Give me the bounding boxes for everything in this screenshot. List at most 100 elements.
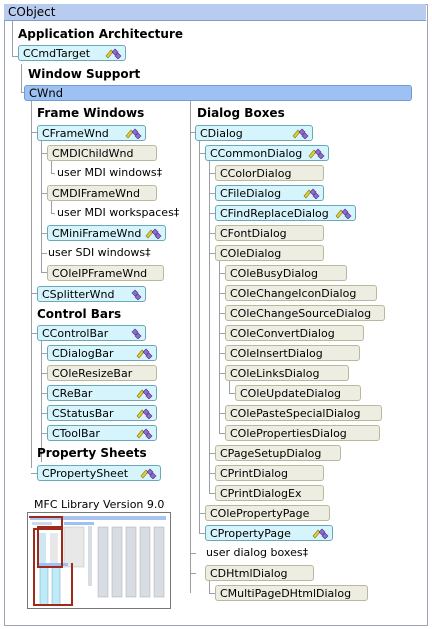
class-cframewnd[interactable]: CFrameWnd bbox=[37, 125, 146, 141]
minimap-graphic bbox=[29, 516, 166, 606]
class-cminiframewnd[interactable]: CMiniFrameWnd bbox=[47, 225, 166, 241]
class-colechangesourcedialog[interactable]: COleChangeSourceDialog bbox=[225, 305, 385, 321]
class-label: COleInsertDialog bbox=[230, 347, 323, 360]
class-label: CPropertyPage bbox=[210, 527, 291, 540]
class-cprintdialogex[interactable]: CPrintDialogEx bbox=[215, 485, 324, 501]
tree-line bbox=[190, 573, 196, 574]
class-label: CDialogBar bbox=[52, 347, 114, 360]
class-cwnd[interactable]: CWnd bbox=[24, 85, 412, 101]
tree-line bbox=[51, 201, 52, 213]
class-label: COleResizeBar bbox=[52, 367, 133, 380]
class-ctoolbar[interactable]: CToolBar bbox=[47, 425, 157, 441]
tree-line bbox=[51, 161, 52, 173]
class-label: COleIPFrameWnd bbox=[52, 267, 148, 280]
root-class-label: CObject bbox=[8, 5, 56, 19]
class-label: CFileDialog bbox=[220, 187, 282, 200]
class-label: COleChangeSourceDialog bbox=[230, 307, 372, 320]
tree-line bbox=[209, 581, 210, 593]
tree-line bbox=[12, 21, 13, 56]
class-label: CMiniFrameWnd bbox=[52, 227, 142, 240]
class-ccommondialog[interactable]: CCommonDialog bbox=[205, 145, 329, 161]
class-coleupdatedialog[interactable]: COleUpdateDialog bbox=[235, 385, 361, 401]
tree-line bbox=[31, 100, 32, 468]
class-label: CFindReplaceDialog bbox=[220, 207, 329, 220]
class-coleresizebar[interactable]: COleResizeBar bbox=[47, 365, 157, 381]
class-label: CFontDialog bbox=[220, 227, 287, 240]
runtime-class-icon bbox=[140, 468, 157, 479]
tree-line bbox=[229, 381, 230, 393]
class-colepastespecialdialog[interactable]: COlePasteSpecialDialog bbox=[225, 405, 382, 421]
class-label: CPrintDialogEx bbox=[220, 487, 302, 500]
tree-line bbox=[209, 161, 210, 494]
class-label: COlePropertyPage bbox=[210, 507, 310, 520]
runtime-class-icon bbox=[131, 328, 142, 339]
class-cprintdialog[interactable]: CPrintDialog bbox=[215, 465, 324, 481]
user-dialog-boxes-label: user dialog boxes‡ bbox=[206, 546, 309, 559]
class-label: CColorDialog bbox=[220, 167, 292, 180]
class-label: CDHtmlDialog bbox=[210, 567, 288, 580]
class-label: CDialog bbox=[200, 127, 243, 140]
class-colechangeicondialog[interactable]: COleChangeIconDialog bbox=[225, 285, 377, 301]
library-version-label: MFC Library Version 9.0 bbox=[34, 498, 165, 511]
class-cmdiframewnd[interactable]: CMDIFrameWnd bbox=[47, 185, 157, 201]
class-label: CMDIChildWnd bbox=[52, 147, 134, 160]
class-cpagesetupdialog[interactable]: CPageSetupDialog bbox=[215, 445, 341, 461]
user-sdi-windows-label: user SDI windows‡ bbox=[48, 246, 151, 259]
class-coledialog[interactable]: COleDialog bbox=[215, 245, 324, 261]
class-ccontrolbar[interactable]: CControlBar bbox=[37, 325, 146, 341]
class-label: COleUpdateDialog bbox=[240, 387, 342, 400]
class-cfontdialog[interactable]: CFontDialog bbox=[215, 225, 324, 241]
runtime-class-icon bbox=[308, 148, 325, 159]
library-minimap[interactable] bbox=[27, 512, 171, 609]
class-cmdichildwnd[interactable]: CMDIChildWnd bbox=[47, 145, 157, 161]
class-label: CReBar bbox=[52, 387, 93, 400]
runtime-class-icon bbox=[312, 528, 329, 539]
class-label: COleLinksDialog bbox=[230, 367, 320, 380]
runtime-class-icon bbox=[136, 348, 153, 359]
class-ccmdtarget[interactable]: CCmdTarget bbox=[18, 45, 126, 61]
class-label: COlePropertiesDialog bbox=[230, 427, 347, 440]
class-label: CMultiPageDHtmlDialog bbox=[220, 587, 352, 600]
class-label: CWnd bbox=[29, 86, 63, 100]
class-ccolordialog[interactable]: CColorDialog bbox=[215, 165, 324, 181]
class-cpropertysheet[interactable]: CPropertySheet bbox=[37, 465, 161, 481]
class-csplitterwnd[interactable]: CSplitterWnd bbox=[37, 286, 146, 302]
tree-line bbox=[21, 64, 22, 92]
class-label: COleChangeIconDialog bbox=[230, 287, 357, 300]
class-label: CControlBar bbox=[42, 327, 109, 340]
tree-line bbox=[51, 213, 55, 214]
tree-line bbox=[199, 140, 200, 533]
class-colelinksdialog[interactable]: COleLinksDialog bbox=[225, 365, 349, 381]
tree-line bbox=[41, 253, 47, 254]
tree-line bbox=[51, 173, 55, 174]
class-coleinsertdialog[interactable]: COleInsertDialog bbox=[225, 345, 360, 361]
runtime-class-icon bbox=[105, 48, 122, 59]
class-cfiledialog[interactable]: CFileDialog bbox=[215, 185, 324, 201]
class-crebar[interactable]: CReBar bbox=[47, 385, 157, 401]
runtime-class-icon bbox=[145, 228, 162, 239]
class-label: CToolBar bbox=[52, 427, 100, 440]
runtime-class-icon bbox=[335, 208, 352, 219]
header-application-architecture: Application Architecture bbox=[18, 27, 184, 41]
class-cdialogbar[interactable]: CDialogBar bbox=[47, 345, 157, 361]
class-cmultipagedhtmldialog[interactable]: CMultiPageDHtmlDialog bbox=[215, 585, 368, 601]
class-cstatusbar[interactable]: CStatusBar bbox=[47, 405, 157, 421]
class-cdialog[interactable]: CDialog bbox=[195, 125, 313, 141]
header-dialog-boxes: Dialog Boxes bbox=[197, 106, 285, 120]
runtime-class-icon bbox=[136, 408, 153, 419]
class-cpropertypage[interactable]: CPropertyPage bbox=[205, 525, 333, 541]
class-label: CFrameWnd bbox=[42, 127, 109, 140]
class-label: CCommonDialog bbox=[210, 147, 303, 160]
class-colebusydialog[interactable]: COleBusyDialog bbox=[225, 265, 347, 281]
class-colepropertiesdialog[interactable]: COlePropertiesDialog bbox=[225, 425, 380, 441]
class-label: CPageSetupDialog bbox=[220, 447, 322, 460]
class-cdhtmldialog[interactable]: CDHtmlDialog bbox=[205, 565, 314, 581]
class-label: CStatusBar bbox=[52, 407, 114, 420]
class-coleconvertdialog[interactable]: COleConvertDialog bbox=[225, 325, 364, 341]
class-colepropertypage[interactable]: COlePropertyPage bbox=[205, 505, 330, 521]
tree-line bbox=[190, 553, 196, 554]
tree-line bbox=[219, 261, 220, 433]
user-mdi-workspaces-label: user MDI workspaces‡ bbox=[57, 206, 180, 219]
class-cfindreplacedialog[interactable]: CFindReplaceDialog bbox=[215, 205, 356, 221]
class-coleipframewnd[interactable]: COleIPFrameWnd bbox=[47, 265, 164, 281]
